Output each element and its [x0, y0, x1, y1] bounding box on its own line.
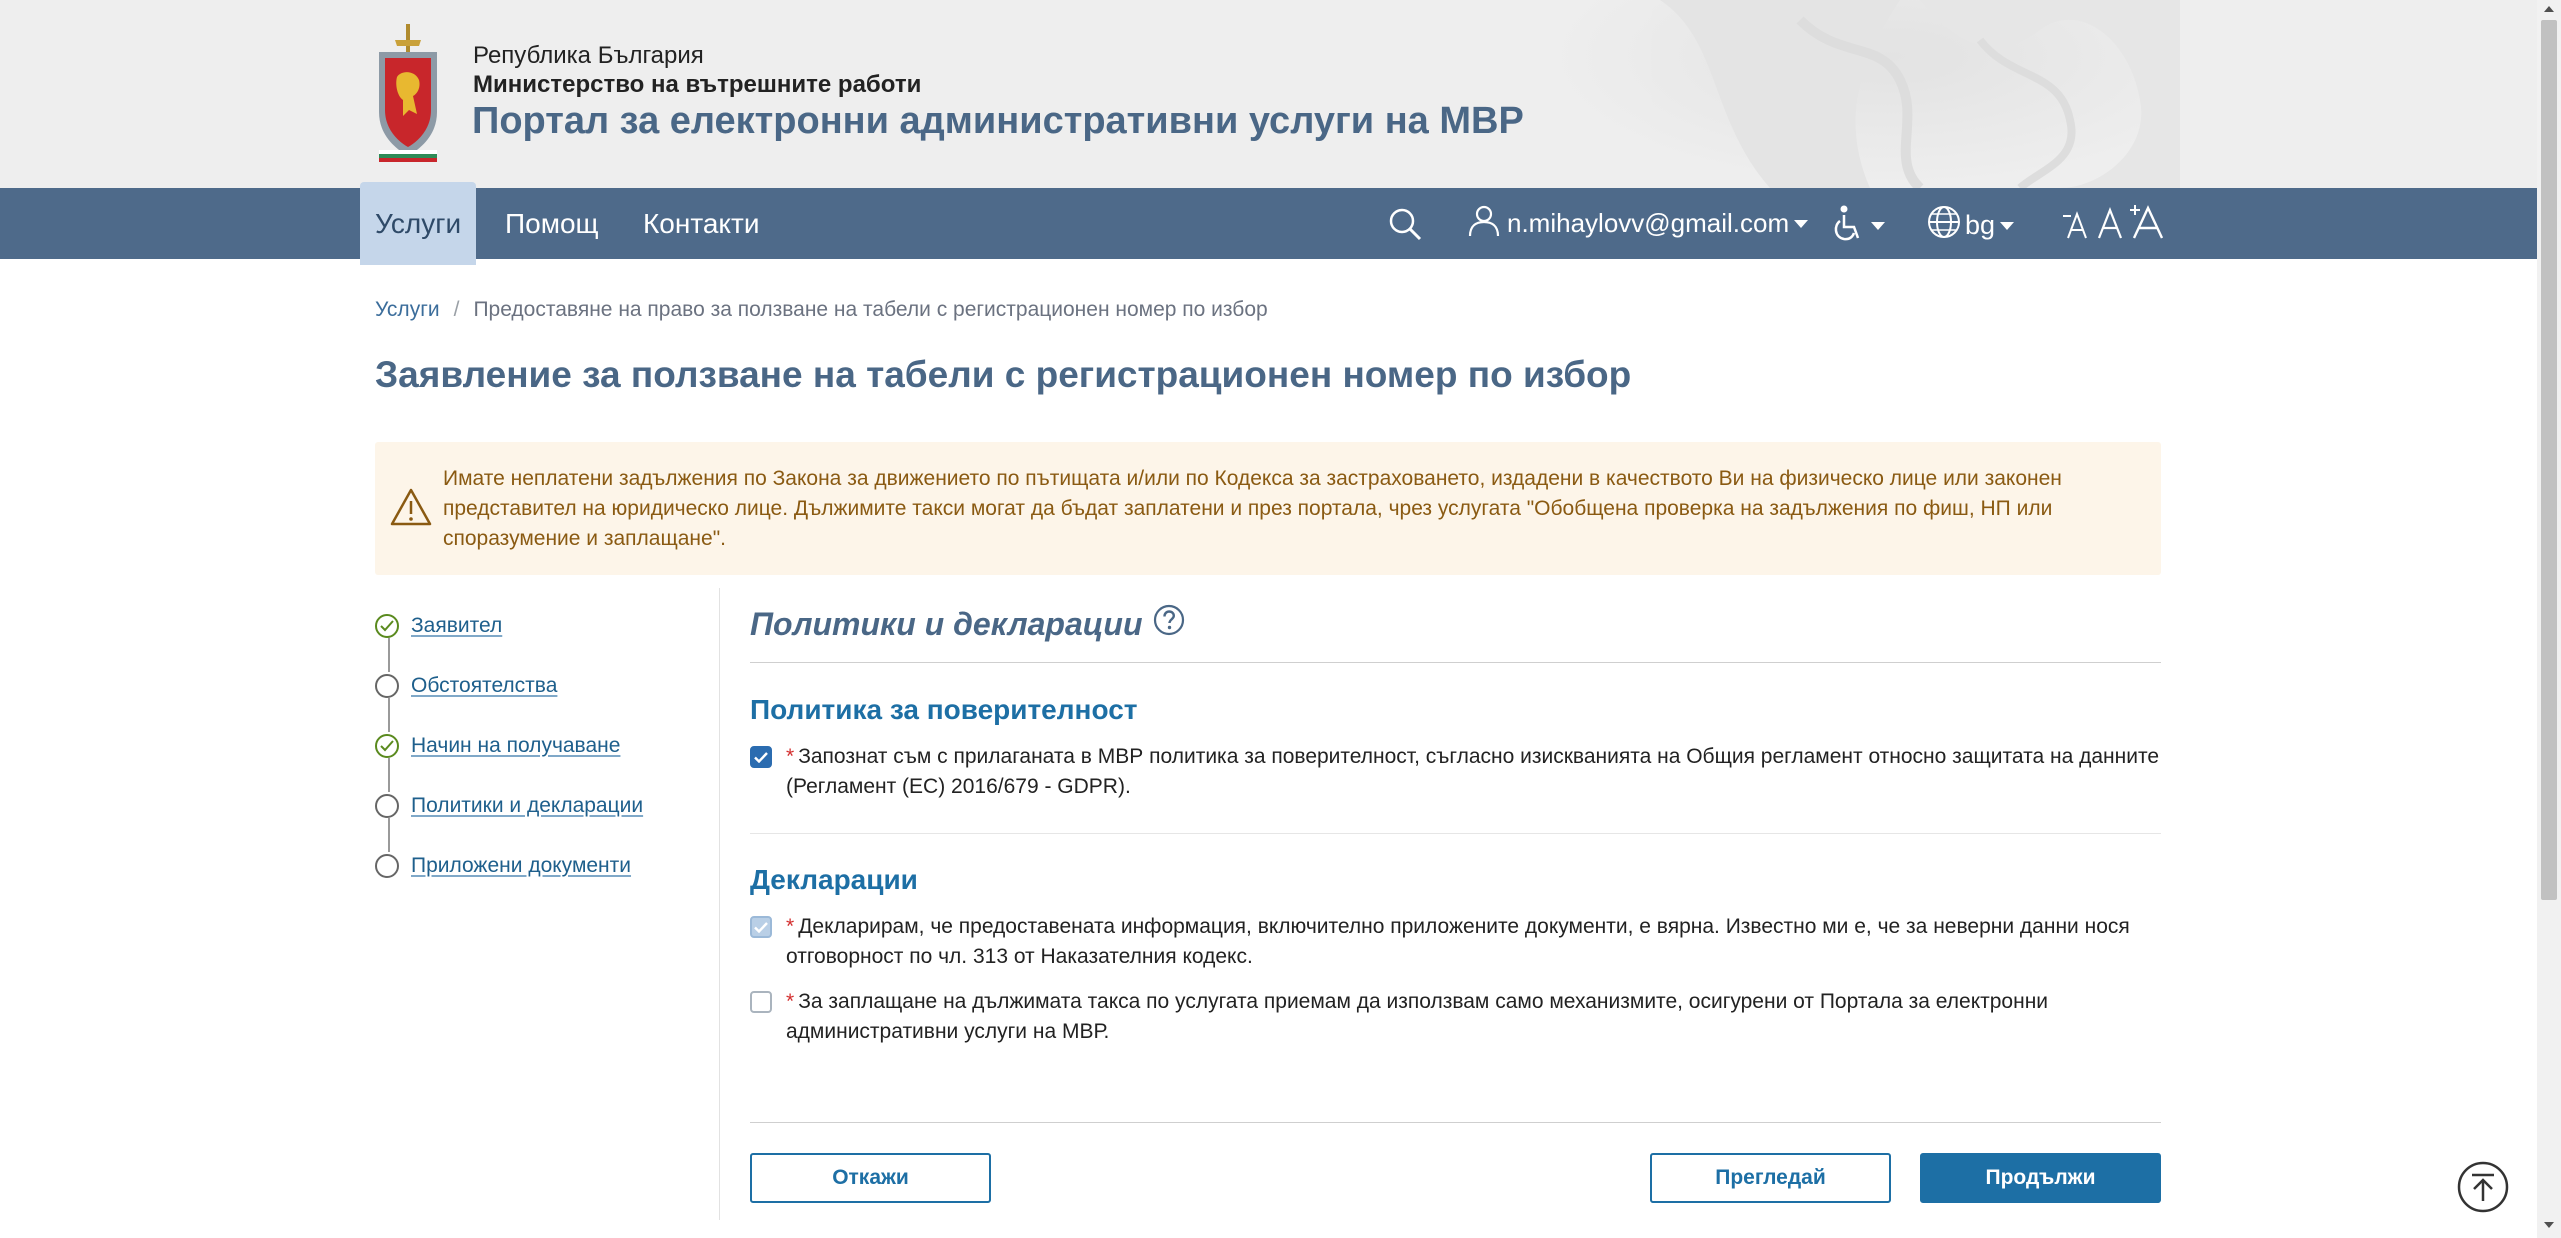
privacy-consent-checkbox[interactable] [750, 746, 772, 768]
declaration-truthfulness-row[interactable]: * Декларирам, че предоставената информаци… [750, 912, 2161, 972]
check-circle-icon [375, 734, 399, 758]
accessibility-icon [1832, 205, 1866, 246]
declaration-truthfulness-label: * Декларирам, че предоставената информаци… [786, 915, 2130, 968]
header-ministry: Министерство на вътрешните работи [473, 71, 922, 98]
chevron-down-icon [1871, 221, 1885, 230]
breadcrumb-separator: / [453, 298, 460, 321]
section-title: Политики и декларации [750, 604, 1185, 644]
review-button[interactable]: Прегледай [1650, 1153, 1891, 1203]
stepper-connector [388, 638, 390, 672]
privacy-policy-title: Политика за поверителност [750, 694, 1138, 725]
stepper-connector [388, 698, 390, 732]
stepper-connector [388, 758, 390, 792]
globe-icon [1927, 205, 1961, 246]
nav-item-services[interactable]: Услуги [360, 182, 477, 265]
step-policies-declarations[interactable]: Политики и декларации [375, 792, 643, 820]
accessibility-menu[interactable] [1832, 205, 1885, 246]
continue-button[interactable]: Продължи [1920, 1153, 2161, 1203]
step-label: Приложени документи [411, 854, 632, 877]
section-title-text: Политики и декларации [750, 605, 1143, 642]
step-label: Начин на получаване [411, 734, 621, 757]
check-circle-icon [375, 614, 399, 638]
required-asterisk: * [786, 915, 795, 938]
nav-item-help[interactable]: Помощ [505, 188, 599, 259]
page-title: Заявление за ползване на табели с регист… [375, 354, 1632, 395]
header-republic: Република България [473, 42, 704, 69]
stepper-connector [388, 818, 390, 852]
language-code: bg [1965, 210, 1996, 240]
cancel-button[interactable]: Откажи [750, 1153, 991, 1203]
required-asterisk: * [786, 745, 795, 768]
step-label: Заявител [411, 614, 503, 637]
breadcrumb: Услуги / Предоставяне на право за ползване… [375, 298, 1268, 322]
main-navbar: Услуги Помощ Контакти n.mihaylovv@gmail.… [0, 182, 2537, 265]
font-increase-icon[interactable] [2128, 204, 2164, 245]
step-label: Обстоятелства [411, 674, 558, 697]
step-delivery-method[interactable]: Начин на получаване [375, 732, 620, 760]
privacy-consent-row[interactable]: * Запознат съм с прилаганата в МВР полити… [750, 742, 2161, 802]
warning-icon [390, 488, 432, 531]
user-icon [1467, 203, 1501, 244]
help-icon[interactable] [1153, 604, 1185, 644]
user-menu[interactable]: n.mihaylovv@gmail.com [1467, 188, 1809, 259]
nav-item-contacts[interactable]: Контакти [643, 188, 759, 259]
footer-divider [750, 1122, 2161, 1123]
step-attached-documents[interactable]: Приложени документи [375, 852, 631, 880]
declaration-payment-row[interactable]: * За заплащане на дължимата такса по услу… [750, 987, 2161, 1047]
section-divider [750, 662, 2161, 663]
scroll-up-arrow-icon[interactable] [2544, 6, 2554, 12]
empty-circle-icon [375, 794, 399, 818]
step-label: Политики и декларации [411, 794, 644, 817]
breadcrumb-current: Предоставяне на право за ползване на таб… [473, 298, 1268, 321]
vertical-divider [719, 588, 720, 1220]
step-circumstances[interactable]: Обстоятелства [375, 672, 557, 700]
declaration-payment-label: * За заплащане на дължимата такса по услу… [786, 990, 2049, 1043]
breadcrumb-services-link[interactable]: Услуги [375, 298, 440, 321]
required-asterisk: * [786, 990, 795, 1013]
font-decrease-icon[interactable] [2062, 208, 2088, 245]
section-divider [750, 833, 2161, 834]
scroll-to-top-icon[interactable] [2457, 1161, 2509, 1213]
declaration-payment-checkbox[interactable] [750, 991, 772, 1013]
privacy-consent-label: * Запознат съм с прилаганата в МВР полити… [786, 745, 2160, 798]
declaration-truthfulness-checkbox[interactable] [750, 916, 772, 938]
font-reset-icon[interactable] [2097, 206, 2123, 245]
language-menu[interactable]: bg [1927, 205, 2015, 246]
page-scrollbar[interactable] [2537, 0, 2561, 1238]
warning-alert: Имате неплатени задължения по Закона за … [375, 442, 2161, 575]
empty-circle-icon [375, 854, 399, 878]
declarations-title: Декларации [750, 864, 918, 895]
site-header: Република България Министерство на вътре… [0, 0, 2537, 188]
chevron-down-icon [2000, 221, 2015, 230]
warning-alert-text: Имате неплатени задължения по Закона за … [443, 467, 2062, 550]
mvr-coat-of-arms-logo[interactable] [373, 22, 443, 164]
search-icon[interactable] [1387, 206, 1423, 247]
header-lion-decoration [1540, 0, 2180, 188]
chevron-down-icon [1794, 219, 1809, 228]
header-portal-title[interactable]: Портал за електронни административни усл… [472, 100, 1524, 143]
scroll-down-arrow-icon[interactable] [2544, 1222, 2554, 1228]
scrollbar-thumb[interactable] [2541, 20, 2557, 900]
empty-circle-icon [375, 674, 399, 698]
user-email: n.mihaylovv@gmail.com [1507, 208, 1790, 238]
step-applicant[interactable]: Заявител [375, 612, 502, 640]
